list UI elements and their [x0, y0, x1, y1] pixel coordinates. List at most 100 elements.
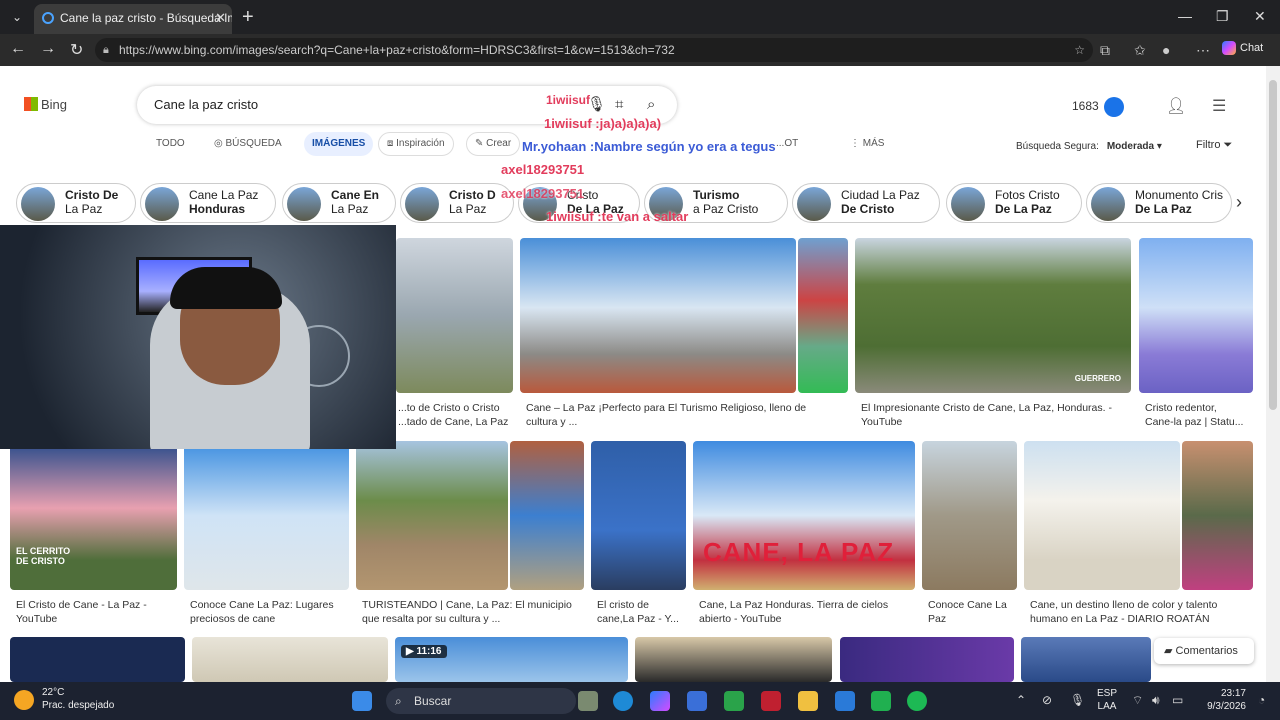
scope-imagenes[interactable]: IMÁGENES	[304, 132, 374, 156]
store-icon[interactable]	[687, 691, 707, 711]
edge-icon[interactable]	[613, 691, 633, 711]
weather-widget[interactable]: 22°C Prac. despejado	[14, 686, 114, 712]
result-caption[interactable]: El Cristo de Cane - La Paz - YouTube	[16, 598, 186, 626]
scope-todo[interactable]: TODO	[156, 138, 185, 149]
result-image[interactable]: ▶ 11:16	[395, 637, 628, 682]
scope-crear[interactable]: ✎ Crear	[466, 132, 521, 156]
favorites-icon[interactable]: ✩	[1134, 42, 1146, 59]
taskbar-search[interactable]: ⌕ Buscar	[386, 688, 576, 714]
comment-icon: ▰	[1164, 645, 1176, 657]
task-view-icon[interactable]	[578, 691, 598, 711]
clock[interactable]: 23:17 9/3/2026	[1196, 687, 1246, 713]
battery-icon[interactable]: ▭	[1172, 693, 1183, 707]
result-caption[interactable]: Cristo redentor, Cane-la paz | Statu...	[1145, 401, 1261, 429]
address-bar[interactable]: 🔒︎ https://www.bing.com/images/search?q=…	[95, 38, 1093, 62]
copilot-chat-button[interactable]: Chat	[1222, 41, 1263, 55]
scope-busqueda[interactable]: ◎ BÚSQUEDA	[214, 138, 282, 149]
result-image[interactable]	[591, 441, 686, 590]
more-menu-icon[interactable]: ⋯	[1196, 42, 1210, 59]
filter-button[interactable]: Filtro ⏷	[1196, 139, 1232, 152]
result-image[interactable]	[10, 637, 185, 682]
chevron-right-icon[interactable]: ›	[1236, 192, 1242, 213]
result-image[interactable]	[356, 441, 508, 590]
reload-icon[interactable]: ↻	[70, 40, 83, 60]
related-chip[interactable]: Cristo De La Paz	[16, 183, 136, 223]
result-image[interactable]	[635, 637, 832, 682]
result-caption[interactable]: El cristo de cane,La Paz - Y...	[597, 598, 697, 626]
result-caption[interactable]: Cane, La Paz Honduras. Tierra de cielos …	[699, 598, 919, 626]
rewards-points[interactable]: 1683	[1072, 97, 1124, 117]
result-caption[interactable]: Cane – La Paz ¡Perfecto para El Turismo …	[526, 401, 826, 429]
chat-message: axel18293751	[501, 162, 585, 177]
result-image[interactable]	[1024, 441, 1180, 590]
related-chip[interactable]: Cane La Paz Honduras	[140, 183, 276, 223]
result-image[interactable]	[840, 637, 1014, 682]
result-image[interactable]	[798, 238, 848, 393]
tab-close-icon[interactable]: ✕	[215, 4, 226, 32]
related-chip[interactable]: Monumento Cris De La Paz	[1086, 183, 1232, 223]
windows-start-icon[interactable]	[352, 691, 372, 711]
scope-inspiracion[interactable]: ⧈ Inspiración	[378, 132, 454, 156]
search-query: Cane la paz cristo	[154, 97, 259, 112]
result-image[interactable]: GUERRERO	[855, 238, 1131, 393]
favorite-star-icon[interactable]: ☆	[1074, 38, 1085, 62]
result-image[interactable]	[192, 637, 388, 682]
result-image[interactable]: EL CERRITO DE CRISTO	[10, 441, 177, 590]
result-image[interactable]	[922, 441, 1017, 590]
volume-icon[interactable]: 🔊︎	[1152, 693, 1160, 708]
bing-search-favicon-icon	[42, 12, 54, 24]
back-icon[interactable]: ←	[10, 40, 26, 58]
app-red-icon[interactable]	[761, 691, 781, 711]
result-caption[interactable]: El Impresionante Cristo de Cane, La Paz,…	[861, 401, 1131, 429]
page-scrollbar[interactable]	[1266, 66, 1280, 682]
result-caption[interactable]: Conoce Cane La Paz	[928, 598, 1022, 626]
taskbar-search-label: Buscar	[414, 694, 452, 708]
wifi-icon[interactable]: ⌔	[1132, 693, 1143, 708]
maximize-icon[interactable]: ❐	[1216, 8, 1229, 25]
tab-active[interactable]: Cane la paz cristo - Búsqueda Imá ✕	[34, 4, 232, 34]
minimize-icon[interactable]: —	[1178, 8, 1192, 24]
new-tab-button[interactable]: +	[242, 6, 254, 29]
related-chip[interactable]: Fotos Cristo De La Paz	[946, 183, 1082, 223]
result-image[interactable]	[520, 238, 796, 393]
language-indicator[interactable]: ESP LAA	[1097, 687, 1117, 713]
video-duration-badge: ▶ 11:16	[401, 645, 447, 658]
scrollbar-thumb[interactable]	[1269, 80, 1277, 410]
tab-actions-menu[interactable]: ⌄	[6, 7, 28, 27]
file-explorer-icon[interactable]	[798, 691, 818, 711]
microphone-icon[interactable]: 🎙︎	[1070, 693, 1085, 707]
result-image[interactable]	[184, 441, 349, 590]
bing-logo[interactable]: Bing	[24, 97, 67, 112]
related-chip[interactable]: Cane En La Paz	[282, 183, 396, 223]
comments-button[interactable]: ▰ Comentarios	[1154, 638, 1254, 664]
account-icon[interactable]: 👤︎	[1166, 96, 1186, 116]
result-caption[interactable]: ...to de Cristo o Cristo ...tado de Cane…	[398, 401, 516, 429]
vscode-icon[interactable]	[835, 691, 855, 711]
result-caption[interactable]: Conoce Cane La Paz: Lugares preciosos de…	[190, 598, 360, 626]
result-image[interactable]	[396, 238, 513, 393]
tray-overflow-icon[interactable]: ⌃	[1016, 693, 1026, 707]
result-image[interactable]	[510, 441, 584, 590]
scope-copilot-partial[interactable]: ...OT	[776, 138, 798, 149]
result-image[interactable]: CANE, LA PAZ	[693, 441, 915, 590]
related-chip[interactable]: Cristo D La Paz	[400, 183, 514, 223]
result-caption[interactable]: Cane, un destino lleno de color y talent…	[1030, 598, 1260, 626]
profile-icon[interactable]: ●	[1162, 42, 1170, 58]
result-caption[interactable]: TURISTEANDO | Cane, La Paz: El municipio…	[362, 598, 592, 626]
extensions-icon[interactable]: ⧉	[1100, 42, 1110, 59]
forward-icon[interactable]: →	[40, 40, 56, 58]
close-window-icon[interactable]: ✕	[1254, 8, 1266, 25]
safe-search-control[interactable]: Búsqueda Segura: Moderada ▾	[1016, 141, 1162, 152]
app-green-icon[interactable]	[871, 691, 891, 711]
result-image[interactable]	[1182, 441, 1253, 590]
scope-mas[interactable]: ⋮ MÁS	[850, 138, 884, 149]
hamburger-menu-icon[interactable]: ☰	[1212, 96, 1226, 116]
spotify-icon[interactable]	[907, 691, 927, 711]
related-chip[interactable]: Ciudad La Paz De Cristo	[792, 183, 940, 223]
result-image[interactable]	[1021, 637, 1151, 682]
tray-app-icon[interactable]: ⊘	[1042, 693, 1052, 707]
copilot-taskbar-icon[interactable]	[650, 691, 670, 711]
result-image[interactable]	[1139, 238, 1253, 393]
xbox-icon[interactable]	[724, 691, 744, 711]
notifications-icon[interactable]: ◔	[1258, 693, 1265, 707]
